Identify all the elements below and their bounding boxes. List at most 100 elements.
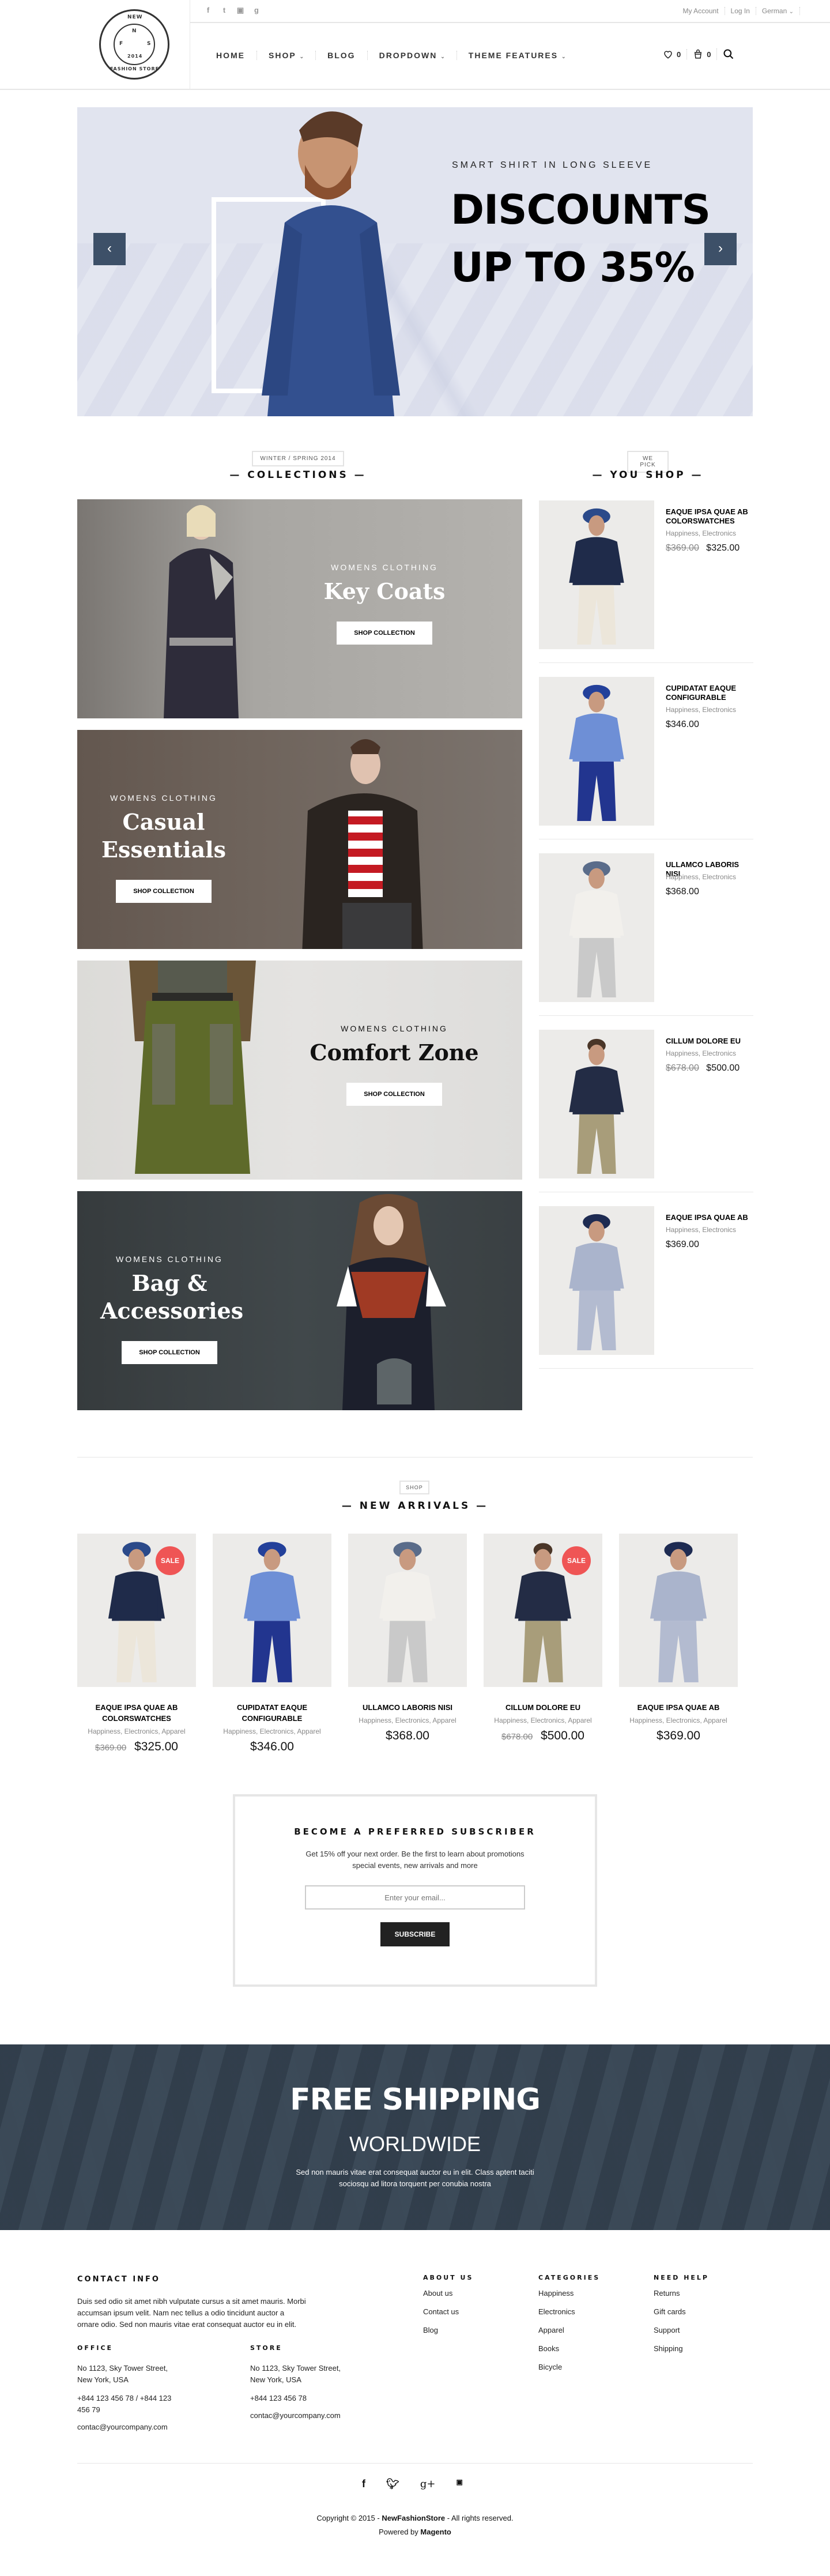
product-image: [569, 1214, 624, 1351]
google-plus-icon[interactable]: g: [252, 6, 261, 15]
nav-home[interactable]: HOME: [213, 51, 256, 60]
wishlist-count: 0: [677, 50, 681, 59]
product-card[interactable]: ULLAMCO LABORIS NISI Happiness, Electron…: [348, 1534, 467, 1743]
shop-collection-button[interactable]: SHOP COLLECTION: [122, 1341, 217, 1364]
product-name[interactable]: EAQUE IPSA QUAE AB: [619, 1702, 738, 1713]
hero-slider: SMART SHIRT IN LONG SLEEVE DISCOUNTS UP …: [77, 107, 753, 416]
search-button[interactable]: [716, 48, 740, 60]
footer-column-title: NEED HELP: [654, 2274, 709, 2281]
subscribe-button[interactable]: SUBSCRIBE: [380, 1922, 450, 1946]
you-shop-item[interactable]: CILLUM DOLORE EU Happiness, Electronics …: [539, 1025, 753, 1192]
cart-button[interactable]: 0: [686, 49, 716, 59]
product-name[interactable]: CUPIDATAT EAQUE CONFIGURABLE: [666, 684, 752, 702]
footer-link[interactable]: Bicycle: [538, 2363, 575, 2381]
product-card[interactable]: EAQUE IPSA QUAE AB Happiness, Electronic…: [619, 1534, 738, 1743]
collection-text: WOMENS CLOTHING Bag & Accessories SHOP C…: [100, 1255, 243, 1364]
footer-link[interactable]: Gift cards: [654, 2307, 686, 2326]
product-thumbnail[interactable]: [539, 1206, 654, 1355]
nav-theme-features[interactable]: THEME FEATURES ⌄: [456, 51, 578, 60]
product-card[interactable]: CUPIDATAT EAQUE CONFIGURABLE Happiness, …: [213, 1534, 331, 1754]
shop-collection-button[interactable]: SHOP COLLECTION: [346, 1083, 442, 1106]
store-email[interactable]: contac@yourcompany.com: [250, 2410, 341, 2421]
product-name[interactable]: EAQUE IPSA QUAE AB COLORSWATCHES: [666, 507, 752, 526]
contact-info-title: CONTACT INFO: [77, 2275, 160, 2284]
collection-banner-bag-accessories[interactable]: WOMENS CLOTHING Bag & Accessories SHOP C…: [77, 1191, 522, 1410]
price: $325.00: [706, 543, 740, 553]
chevron-down-icon: ⌄: [440, 54, 445, 59]
collection-image: [129, 961, 256, 1174]
collection-banner-key-coats[interactable]: WOMENS CLOTHING Key Coats SHOP COLLECTIO…: [77, 499, 522, 718]
product-price-block: $369.00 $325.00: [666, 543, 740, 553]
product-thumbnail[interactable]: [539, 1030, 654, 1178]
youtube-icon[interactable]: ▣: [236, 6, 244, 15]
nav-blog[interactable]: BLOG: [315, 51, 367, 60]
collection-text: WOMENS CLOTHING Comfort Zone SHOP COLLEC…: [308, 1024, 481, 1106]
old-price: $678.00: [666, 1063, 699, 1073]
sale-badge: SALE: [562, 1546, 591, 1575]
login-link[interactable]: Log In: [724, 7, 756, 15]
collection-banner-casual-essentials[interactable]: WOMENS CLOTHING Casual Essentials SHOP C…: [77, 730, 522, 949]
product-card[interactable]: SALE EAQUE IPSA QUAE AB COLORSWATCHES Ha…: [77, 1534, 196, 1754]
footer-link[interactable]: Apparel: [538, 2326, 575, 2344]
compass-n: N: [132, 28, 137, 34]
footer-link[interactable]: Shipping: [654, 2344, 686, 2363]
product-thumbnail[interactable]: [539, 500, 654, 649]
product-thumbnail[interactable]: [348, 1534, 467, 1687]
product-thumbnail[interactable]: [539, 853, 654, 1002]
product-card[interactable]: SALE CILLUM DOLORE EU Happiness, Electro…: [484, 1534, 602, 1743]
collections-title: — COLLECTIONS —: [229, 469, 367, 481]
you-shop-item[interactable]: EAQUE IPSA QUAE AB Happiness, Electronic…: [539, 1202, 753, 1369]
shop-collection-button[interactable]: SHOP COLLECTION: [116, 880, 212, 903]
product-categories: Happiness, Electronics: [666, 1049, 737, 1057]
hero-next-button[interactable]: ›: [704, 233, 737, 265]
you-shop-title: — YOU SHOP —: [592, 469, 704, 481]
product-thumbnail[interactable]: [619, 1534, 738, 1687]
price: $500.00: [706, 1063, 740, 1073]
facebook-icon[interactable]: f: [362, 2478, 365, 2490]
brand-link[interactable]: NewFashionStore: [382, 2514, 445, 2522]
sale-badge: SALE: [156, 1546, 184, 1575]
footer-link[interactable]: Blog: [423, 2326, 459, 2344]
product-name[interactable]: CILLUM DOLORE EU: [666, 1037, 752, 1046]
product-name[interactable]: EAQUE IPSA QUAE AB COLORSWATCHES: [77, 1702, 196, 1724]
language-select[interactable]: German ⌄: [755, 7, 800, 15]
you-shop-item[interactable]: CUPIDATAT EAQUE CONFIGURABLE Happiness, …: [539, 672, 753, 839]
footer-link[interactable]: Returns: [654, 2289, 686, 2307]
collection-banner-comfort-zone[interactable]: WOMENS CLOTHING Comfort Zone SHOP COLLEC…: [77, 961, 522, 1180]
nav-shop[interactable]: SHOP ⌄: [256, 51, 315, 60]
product-thumbnail[interactable]: [539, 677, 654, 826]
product-thumbnail[interactable]: [213, 1534, 331, 1687]
youtube-icon[interactable]: ▣: [456, 2478, 462, 2490]
footer-link[interactable]: Books: [538, 2344, 575, 2363]
footer-link[interactable]: Support: [654, 2326, 686, 2344]
store-logo[interactable]: NEW N F S 2014 FASHION STORE: [99, 9, 169, 80]
product-thumbnail[interactable]: SALE: [77, 1534, 196, 1687]
facebook-icon[interactable]: f: [204, 6, 212, 15]
hero-prev-button[interactable]: ‹: [93, 233, 126, 265]
email-input[interactable]: [305, 1885, 525, 1910]
twitter-icon[interactable]: 🐦︎: [386, 2478, 399, 2490]
footer-link[interactable]: Happiness: [538, 2289, 575, 2307]
you-shop-item[interactable]: ULLAMCO LABORIS NISI Happiness, Electron…: [539, 849, 753, 1016]
wishlist-button[interactable]: 0: [657, 49, 686, 59]
product-name[interactable]: CUPIDATAT EAQUE CONFIGURABLE: [213, 1702, 331, 1724]
product-name[interactable]: ULLAMCO LABORIS NISI: [348, 1702, 467, 1713]
nav-dropdown[interactable]: DROPDOWN ⌄: [367, 51, 456, 60]
product-name[interactable]: CILLUM DOLORE EU: [484, 1702, 602, 1713]
footer-link[interactable]: About us: [423, 2289, 459, 2307]
twitter-icon[interactable]: t: [220, 6, 228, 15]
product-thumbnail[interactable]: SALE: [484, 1534, 602, 1687]
price: $325.00: [134, 1740, 178, 1753]
product-name[interactable]: EAQUE IPSA QUAE AB: [666, 1213, 752, 1222]
product-image: [569, 684, 624, 822]
footer-link[interactable]: Contact us: [423, 2307, 459, 2326]
office-email[interactable]: contac@yourcompany.com: [77, 2421, 168, 2433]
my-account-link[interactable]: My Account: [677, 7, 725, 15]
product-categories: Happiness, Electronics: [666, 529, 737, 537]
you-shop-item[interactable]: EAQUE IPSA QUAE AB COLORSWATCHES Happine…: [539, 496, 753, 663]
footer-link[interactable]: Electronics: [538, 2307, 575, 2326]
search-icon: [723, 49, 734, 59]
shop-collection-button[interactable]: SHOP COLLECTION: [337, 622, 432, 645]
magento-link[interactable]: Magento: [420, 2528, 451, 2536]
google-plus-icon[interactable]: g+: [420, 2478, 436, 2490]
